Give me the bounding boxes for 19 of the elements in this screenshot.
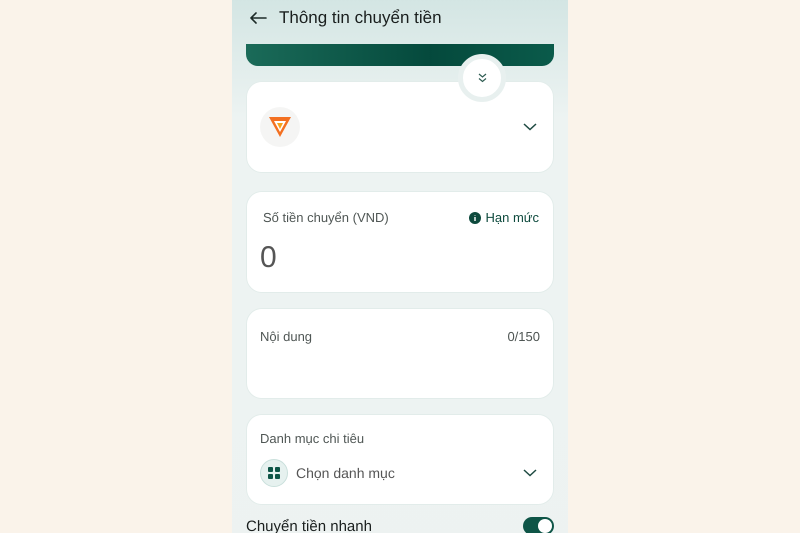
bank-logo-icon bbox=[260, 107, 300, 147]
grid-icon bbox=[260, 459, 288, 487]
double-chevron-icon bbox=[478, 73, 486, 83]
category-label: Danh mục chi tiêu bbox=[260, 431, 364, 446]
page-title: Thông tin chuyển tiền bbox=[279, 8, 442, 28]
quick-transfer-toggle[interactable] bbox=[523, 517, 554, 533]
amount-field[interactable]: Số tiền chuyển (VND) Hạn mức 0 bbox=[246, 191, 554, 293]
character-counter: 0/150 bbox=[507, 329, 540, 344]
limit-link[interactable]: Hạn mức bbox=[486, 210, 539, 225]
info-icon bbox=[468, 212, 480, 224]
amount-label: Số tiền chuyển (VND) bbox=[263, 210, 389, 225]
note-field[interactable]: Nội dung 0/150 bbox=[246, 308, 554, 399]
category-placeholder: Chọn danh mục bbox=[296, 465, 396, 481]
amount-value: 0 bbox=[260, 241, 278, 275]
back-icon[interactable] bbox=[249, 12, 267, 24]
category-select[interactable]: Chọn danh mục bbox=[260, 459, 537, 487]
note-label: Nội dung bbox=[260, 329, 312, 344]
chevron-down-icon bbox=[523, 469, 537, 477]
chevron-down-icon[interactable] bbox=[523, 123, 537, 131]
